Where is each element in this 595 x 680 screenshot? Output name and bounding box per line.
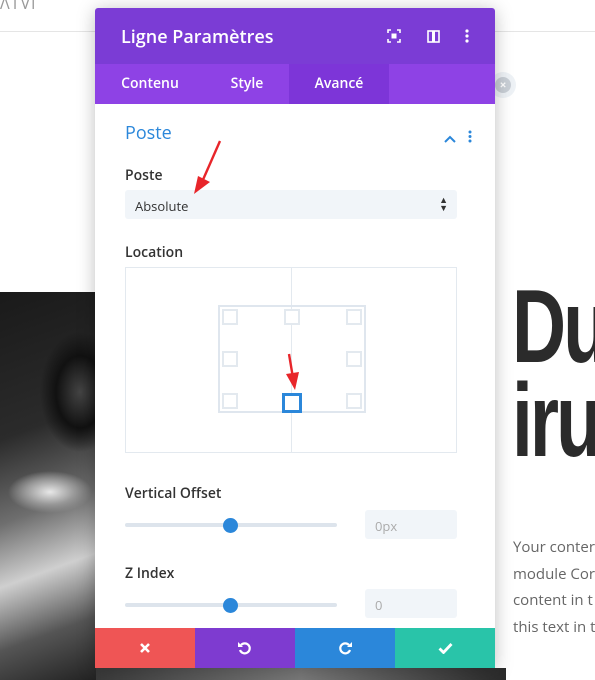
vertical-offset-slider-knob[interactable] [223,518,238,533]
modal-title: Ligne Paramètres [121,25,274,49]
annotation-arrow-icon [194,140,222,194]
location-top-left[interactable] [222,309,238,325]
location-center-right[interactable] [346,351,362,367]
background-heading: Du iru [512,269,595,479]
settings-modal: Ligne Paramètres Contenu Style Avancé Po… [95,8,495,668]
annotation-arrow-icon [286,353,299,390]
undo-button[interactable] [195,628,295,668]
position-select-value: Absolute [135,197,189,215]
modal-header: Ligne Paramètres [95,8,495,64]
select-arrows-icon: ▲ ▼ [439,193,448,214]
location-center-left[interactable] [222,351,238,367]
z-index-value: 0 [375,596,383,614]
section-more-icon[interactable] [468,126,472,148]
background-photo [0,292,96,680]
close-icon: × [495,77,511,93]
save-button[interactable] [395,628,495,668]
cancel-button[interactable] [95,628,195,668]
vertical-offset-input[interactable]: 0px [365,510,457,539]
modal-footer [95,628,495,668]
location-label: Location [125,243,184,262]
close-icon [140,643,150,653]
columns-icon[interactable] [425,28,441,44]
check-icon [438,643,453,654]
vertical-offset-value: 0px [375,517,398,535]
location-bottom-right[interactable] [346,393,362,409]
vertical-offset-label: Vertical Offset [125,484,222,503]
section-title[interactable]: Poste [125,121,172,145]
z-index-slider-knob[interactable] [223,598,238,613]
redo-button[interactable] [295,628,395,668]
focus-icon[interactable] [386,28,402,44]
tab-contenu[interactable]: Contenu [95,64,205,104]
z-index-input[interactable]: 0 [365,589,457,618]
background-top-text: ΛTVI [0,0,37,14]
background-body-text: Your conter module Cor content in t this… [513,537,595,637]
position-select[interactable]: Absolute ▲ ▼ [125,190,457,219]
tab-style[interactable]: Style [205,64,289,104]
redo-icon [339,642,352,655]
z-index-label: Z Index [125,564,175,583]
location-bottom-center[interactable] [282,393,302,413]
tab-avance[interactable]: Avancé [289,64,389,104]
location-bottom-left[interactable] [222,393,238,409]
position-label: Poste [125,166,163,185]
undo-icon [238,642,251,655]
location-top-right[interactable] [346,309,362,325]
chevron-up-icon[interactable] [444,126,456,148]
location-top-center[interactable] [284,309,300,325]
tab-bar: Contenu Style Avancé [95,64,495,104]
more-icon[interactable] [459,28,475,44]
background-photo-strip [96,668,506,680]
